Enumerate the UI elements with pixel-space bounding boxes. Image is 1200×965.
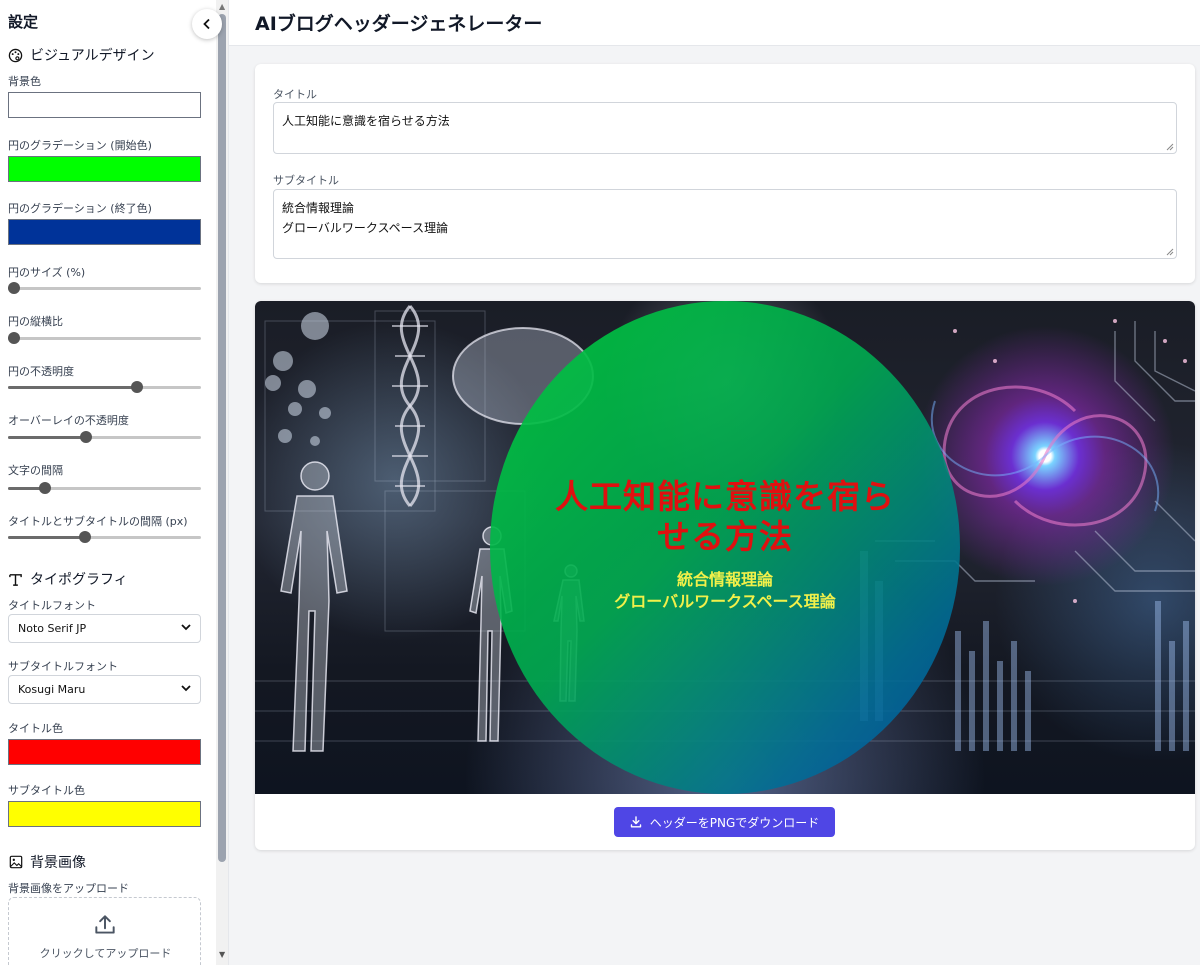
slider-thumb[interactable]: [38, 482, 51, 494]
section-typography: タイポグラフィ: [8, 569, 128, 589]
subtitle-font-label: サブタイトルフォント: [8, 660, 118, 673]
section-heading: 背景画像: [30, 855, 86, 871]
preview-title-line: せる方法: [657, 517, 793, 556]
slider-thumb[interactable]: [8, 332, 20, 344]
section-heading: ビジュアルデザイン: [30, 48, 155, 64]
circle-opacity-label: 円の不透明度: [8, 365, 74, 378]
aspect-slider[interactable]: [8, 332, 201, 344]
title-color-picker[interactable]: [8, 739, 201, 765]
subtitle-font-value: Kosugi Maru: [18, 683, 86, 696]
title-font-select[interactable]: Noto Serif JP: [8, 614, 201, 643]
palette-icon: [8, 48, 23, 63]
scrollbar-thumb[interactable]: [218, 14, 226, 862]
subtitle-font-select[interactable]: Kosugi Maru: [8, 675, 201, 704]
circle-size-label: 円のサイズ (%): [8, 266, 86, 279]
sidebar-scrollbar[interactable]: ▲ ▼: [216, 0, 228, 965]
preview-title-line: 人工知能に意識を宿ら: [555, 477, 895, 516]
title-color-label: タイトル色: [8, 722, 63, 735]
chevron-left-icon: [202, 15, 212, 34]
scroll-down-icon[interactable]: ▼: [219, 950, 225, 959]
preview-subtitle-line: グローバルワークスペース理論: [614, 592, 836, 611]
subtitle-line: グローバルワークスペース理論: [282, 221, 449, 235]
sidebar-title: 設定: [8, 13, 39, 31]
title-font-label: タイトルフォント: [8, 599, 96, 612]
subtitle-color-picker[interactable]: [8, 801, 201, 827]
resize-grip-icon[interactable]: [1166, 143, 1174, 151]
app-title: AIブログヘッダージェネレーター: [255, 13, 543, 35]
aspect-label: 円の縦横比: [8, 315, 63, 328]
resize-grip-icon[interactable]: [1166, 248, 1174, 256]
scroll-up-icon[interactable]: ▲: [219, 2, 225, 11]
overlay-opacity-label: オーバーレイの不透明度: [8, 414, 129, 427]
title-field-label: タイトル: [273, 88, 317, 101]
subtitle-line: 統合情報理論: [282, 201, 355, 215]
subtitle-field-label: サブタイトル: [273, 174, 339, 187]
subtitle-textarea[interactable]: 統合情報理論 グローバルワークスペース理論: [273, 189, 1177, 259]
title-textarea[interactable]: 人工知能に意識を宿らせる方法: [273, 102, 1177, 154]
upload-text: クリックしてアップロード: [39, 947, 172, 960]
letter-spacing-label: 文字の間隔: [8, 464, 63, 477]
download-png-button[interactable]: ヘッダーをPNGでダウンロード: [614, 807, 835, 837]
preview-subtitle-line: 統合情報理論: [676, 570, 773, 589]
text-input-card: タイトル 人工知能に意識を宿らせる方法 サブタイトル 統合情報理論 グローバルワ…: [255, 64, 1195, 283]
title-text: 人工知能に意識を宿らせる方法: [282, 114, 450, 128]
bg-color-picker[interactable]: [8, 92, 201, 118]
settings-sidebar: 設定 ビジュアルデザイン 背景色 円のグラデーション (開始色) 円のグラデーシ…: [0, 0, 229, 965]
title-sub-gap-label: タイトルとサブタイトルの間隔 (px): [8, 515, 188, 528]
section-bg-image: 背景画像: [8, 852, 86, 872]
app-header: AIブログヘッダージェネレーター: [229, 0, 1200, 46]
upload-label: 背景画像をアップロード: [8, 882, 129, 895]
section-heading: タイポグラフィ: [30, 572, 128, 588]
slider-thumb[interactable]: [78, 531, 91, 543]
grad-end-color-picker[interactable]: [8, 219, 201, 245]
upload-dropzone[interactable]: クリックしてアップロード: [8, 897, 201, 965]
download-icon: [630, 816, 642, 828]
preview-title: 人工知能に意識を宿ら せる方法: [510, 477, 940, 557]
download-label: ヘッダーをPNGでダウンロード: [649, 815, 820, 830]
letter-spacing-slider[interactable]: [8, 482, 201, 494]
image-icon: [8, 855, 23, 870]
slider-thumb[interactable]: [80, 431, 93, 443]
text-t-icon: [8, 572, 23, 587]
grad-start-color-picker[interactable]: [8, 156, 201, 182]
slider-thumb[interactable]: [8, 282, 20, 294]
circle-size-slider[interactable]: [8, 282, 201, 294]
preview-subtitle: 統合情報理論 グローバルワークスペース理論: [510, 569, 940, 613]
title-font-value: Noto Serif JP: [18, 622, 87, 635]
section-visual-design: ビジュアルデザイン: [8, 45, 155, 65]
chevron-down-icon: [181, 684, 191, 695]
circle-opacity-slider[interactable]: [8, 381, 201, 393]
title-sub-gap-slider[interactable]: [8, 531, 201, 543]
bg-color-label: 背景色: [8, 75, 41, 88]
overlay-opacity-slider[interactable]: [8, 431, 201, 443]
preview-card: 人工知能に意識を宿ら せる方法 統合情報理論 グローバルワークスペース理論 ヘッ…: [255, 301, 1195, 850]
header-preview-canvas: 人工知能に意識を宿ら せる方法 統合情報理論 グローバルワークスペース理論: [255, 301, 1195, 794]
collapse-sidebar-button[interactable]: [192, 9, 222, 39]
slider-thumb[interactable]: [131, 381, 144, 393]
upload-icon: [92, 912, 118, 938]
grad-end-label: 円のグラデーション (終了色): [8, 202, 152, 215]
grad-start-label: 円のグラデーション (開始色): [8, 139, 152, 152]
chevron-down-icon: [181, 623, 191, 634]
subtitle-color-label: サブタイトル色: [8, 784, 85, 797]
